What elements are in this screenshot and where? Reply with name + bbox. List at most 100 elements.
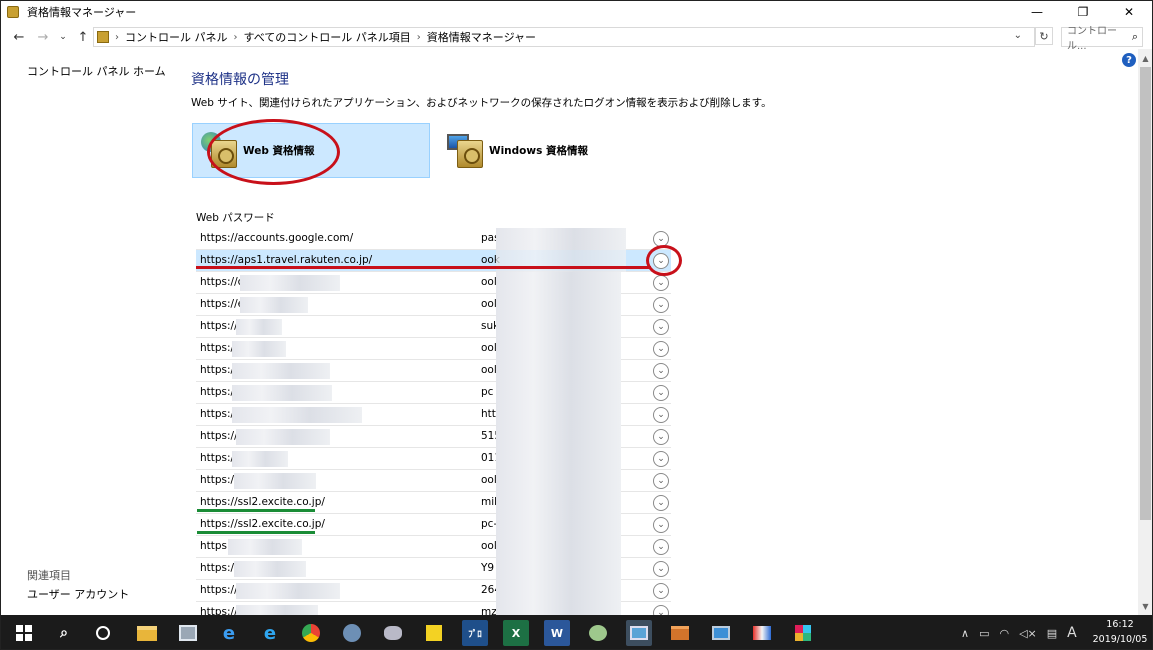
- minimize-button[interactable]: —: [1014, 1, 1060, 23]
- app-icon[interactable]: [667, 620, 693, 646]
- redacted-username-mask: [496, 360, 621, 382]
- password-row[interactable]: https://e ool ⌄: [196, 294, 671, 316]
- restore-button[interactable]: ❐: [1060, 1, 1106, 23]
- web-password-list: https://accounts.google.com/pas ⌄ https://…: [196, 228, 671, 624]
- word-icon[interactable]: W: [544, 620, 570, 646]
- password-row[interactable]: https://cfç ool ⌄: [196, 272, 671, 294]
- help-icon[interactable]: ?: [1122, 53, 1136, 67]
- clock-date: 2019/10/05: [1092, 634, 1148, 645]
- system-tray: ∧ ▭ ◠ ◁× ▤ A: [961, 615, 1087, 649]
- expand-chevron-down-icon[interactable]: ⌄: [653, 583, 669, 599]
- chrome-icon[interactable]: [298, 620, 324, 646]
- battery-icon[interactable]: ▭: [979, 627, 989, 640]
- password-row[interactable]: https://ool ⌄: [196, 338, 671, 360]
- excel-icon[interactable]: X: [503, 620, 529, 646]
- password-row[interactable]: https://accounts.google.com/pas ⌄: [196, 228, 671, 250]
- search-icon[interactable]: ⌕: [51, 620, 77, 646]
- expand-chevron-down-icon[interactable]: ⌄: [653, 561, 669, 577]
- ime-indicator[interactable]: A: [1067, 625, 1077, 641]
- app-icon[interactable]: [175, 620, 201, 646]
- expand-chevron-down-icon[interactable]: ⌄: [653, 429, 669, 445]
- volume-muted-icon[interactable]: ◁×: [1019, 627, 1037, 640]
- password-row[interactable]: https://264 ⌄: [196, 580, 671, 602]
- search-input[interactable]: コントロール... ⌕: [1061, 26, 1143, 52]
- left-nav: コントロール パネル ホーム: [27, 63, 177, 79]
- password-username: pc: [481, 386, 494, 398]
- expand-chevron-down-icon[interactable]: ⌄: [653, 451, 669, 467]
- windows-credentials-tile[interactable]: Windows 資格情報: [439, 123, 659, 178]
- address-bar[interactable]: › コントロール パネル › すべてのコントロール パネル項目 › 資格情報マネ…: [93, 27, 1035, 47]
- edge-icon[interactable]: e: [216, 620, 242, 646]
- scroll-up-arrow-icon[interactable]: ▲: [1140, 51, 1151, 65]
- expand-chevron-down-icon[interactable]: ⌄: [653, 297, 669, 313]
- app-icon[interactable]: [339, 620, 365, 646]
- password-row[interactable]: https://011 ⌄: [196, 448, 671, 470]
- redacted-username-mask: [496, 536, 621, 558]
- back-arrow-icon[interactable]: ←: [9, 27, 29, 47]
- address-dropdown-chevron-icon[interactable]: ⌄: [1014, 30, 1022, 41]
- password-row[interactable]: https://ool ⌄: [196, 360, 671, 382]
- redacted-username-mask: [496, 558, 621, 580]
- windows-credentials-label: Windows 資格情報: [489, 145, 588, 157]
- redacted-url-mask: [236, 429, 330, 445]
- redacted-url-mask: [232, 407, 362, 423]
- app-icon[interactable]: [585, 620, 611, 646]
- show-hidden-icons-chevron-up-icon[interactable]: ∧: [961, 627, 969, 640]
- task-view-icon[interactable]: [90, 620, 116, 646]
- breadcrumb-chevron-icon[interactable]: ›: [417, 32, 421, 43]
- search-icon[interactable]: ⌕: [1132, 30, 1138, 44]
- breadcrumb-control-panel[interactable]: コントロール パネル: [125, 29, 228, 45]
- user-accounts-link[interactable]: ユーザー アカウント: [27, 586, 129, 602]
- expand-chevron-down-icon[interactable]: ⌄: [653, 517, 669, 533]
- password-row[interactable]: https://pc ⌄: [196, 382, 671, 404]
- expand-chevron-down-icon[interactable]: ⌄: [653, 539, 669, 555]
- control-panel-home-link[interactable]: コントロール パネル ホーム: [27, 63, 177, 79]
- redacted-url-mask: [234, 561, 306, 577]
- redacted-username-mask: [496, 404, 621, 426]
- expand-chevron-down-icon[interactable]: ⌄: [653, 495, 669, 511]
- internet-explorer-icon[interactable]: e: [257, 620, 283, 646]
- recent-locations-chevron-down-icon[interactable]: ⌄: [53, 27, 73, 47]
- breadcrumb-chevron-icon[interactable]: ›: [234, 32, 238, 43]
- password-row[interactable]: https://ool ⌄: [196, 470, 671, 492]
- start-icon[interactable]: [11, 620, 37, 646]
- slack-icon[interactable]: [790, 620, 816, 646]
- breadcrumb-all-items[interactable]: すべてのコントロール パネル項目: [244, 29, 411, 45]
- scroll-down-arrow-icon[interactable]: ▼: [1140, 599, 1151, 613]
- annotation-red-circle: [207, 119, 340, 185]
- breadcrumb-credential-manager[interactable]: 資格情報マネージャー: [427, 29, 536, 45]
- clock[interactable]: 16:12 2019/10/05: [1091, 617, 1149, 647]
- password-row[interactable]: https://515 ⌄: [196, 426, 671, 448]
- breadcrumb-chevron-icon[interactable]: ›: [115, 32, 119, 43]
- expand-chevron-down-icon[interactable]: ⌄: [653, 407, 669, 423]
- touch-keyboard-icon[interactable]: ▤: [1047, 627, 1057, 640]
- control-panel-icon[interactable]: [626, 620, 652, 646]
- password-row[interactable]: https: ool ⌄: [196, 536, 671, 558]
- expand-chevron-down-icon[interactable]: ⌄: [653, 341, 669, 357]
- expand-chevron-down-icon[interactable]: ⌄: [653, 319, 669, 335]
- expand-chevron-down-icon[interactable]: ⌄: [653, 473, 669, 489]
- file-explorer-icon[interactable]: [134, 620, 160, 646]
- close-button[interactable]: ✕: [1106, 1, 1152, 23]
- up-arrow-icon[interactable]: ↑: [73, 27, 93, 47]
- password-row[interactable]: https://htt ⌄: [196, 404, 671, 426]
- sticky-notes-icon[interactable]: [421, 620, 447, 646]
- expand-chevron-down-icon[interactable]: ⌄: [653, 275, 669, 291]
- app-icon[interactable]: [380, 620, 406, 646]
- forward-arrow-icon[interactable]: →: [33, 27, 53, 47]
- app-icon[interactable]: [749, 620, 775, 646]
- password-username: pc-: [481, 518, 498, 530]
- credential-manager-app-icon: [7, 6, 19, 18]
- scrollbar-thumb[interactable]: [1140, 67, 1151, 520]
- redacted-username-mask: [496, 272, 621, 294]
- expand-chevron-down-icon[interactable]: ⌄: [653, 363, 669, 379]
- network-icon[interactable]: ◠: [999, 627, 1009, 640]
- password-row[interactable]: https://suk ⌄: [196, 316, 671, 338]
- page-title: 資格情報の管理: [191, 72, 289, 88]
- app-icon[interactable]: ﾌﾟﾛ: [462, 620, 488, 646]
- expand-chevron-down-icon[interactable]: ⌄: [653, 385, 669, 401]
- remote-desktop-icon[interactable]: [708, 620, 734, 646]
- refresh-icon[interactable]: ↻: [1035, 27, 1053, 45]
- password-username: ool: [481, 540, 497, 552]
- password-row[interactable]: https:// Y9 ⌄: [196, 558, 671, 580]
